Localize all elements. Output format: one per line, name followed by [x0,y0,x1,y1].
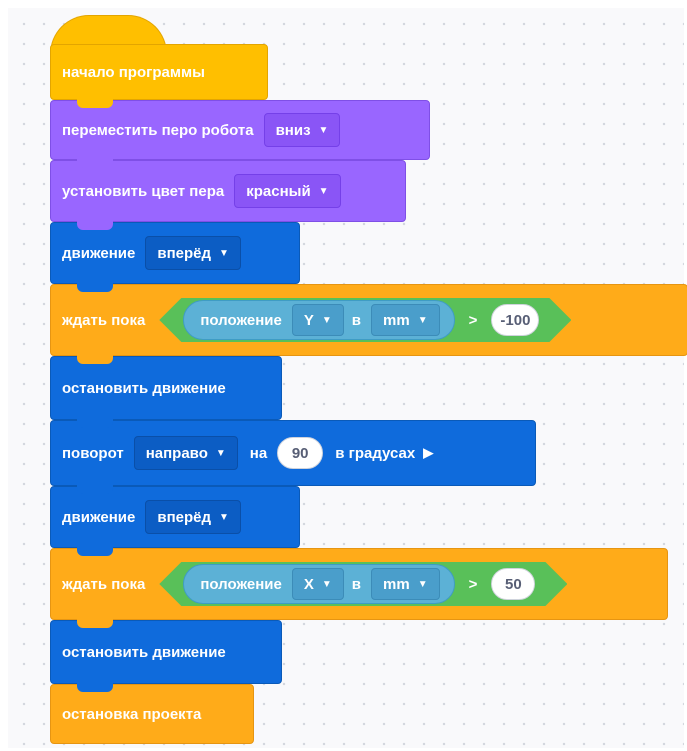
axis-dropdown[interactable]: X ▼ [292,568,344,600]
axis-dropdown[interactable]: Y ▼ [292,304,344,336]
block-turn[interactable]: поворот направо ▼ на 90 в градусах ▶ [50,420,536,494]
direction-dropdown[interactable]: вперёд ▼ [145,500,241,534]
direction-dropdown[interactable]: вперёд ▼ [145,236,241,270]
degrees-input[interactable]: 90 [277,437,324,469]
chevron-down-icon: ▼ [417,314,428,326]
block-label: остановить движение [62,643,226,661]
block-wait-until-2[interactable]: ждать пока положение X ▼ в mm ▼ > 50 [50,548,668,628]
block-move-forward-2[interactable]: движение вперёд ▼ [50,486,300,556]
block-stop-motion-1[interactable]: остановить движение [50,356,282,428]
block-label: ждать пока [62,575,146,593]
dropdown-value: вперёд [157,508,212,526]
block-notch [77,485,113,494]
block-notch [77,221,113,230]
block-set-pen-color[interactable]: установить цвет пера красный ▼ [50,160,406,230]
chevron-down-icon: ▼ [219,247,229,259]
turn-on-label: на [249,444,268,462]
dropdown-value: Y [303,311,314,329]
block-move-pen[interactable]: переместить перо робота вниз ▼ [50,100,430,168]
block-label: ждать пока [62,311,146,329]
degrees-unit-label: в градусах [335,444,416,462]
block-notch [77,99,113,108]
pen-position-dropdown[interactable]: вниз ▼ [263,113,341,147]
chevron-down-icon: ▼ [318,124,329,136]
reporter-label: положение [200,575,282,593]
dropdown-value: вперёд [157,244,212,262]
block-program-start[interactable]: начало программы [50,44,268,108]
position-reporter[interactable]: положение Y ▼ в mm ▼ [183,300,454,340]
chevron-down-icon: ▼ [417,578,428,590]
threshold-input[interactable]: -100 [491,304,539,336]
operator-symbol: > [468,311,478,329]
dropdown-value: красный [246,182,311,200]
unit-separator: в [351,575,362,593]
chevron-down-icon: ▼ [219,511,229,523]
chevron-down-icon: ▼ [321,314,332,326]
position-reporter[interactable]: положение X ▼ в mm ▼ [183,564,454,604]
threshold-input[interactable]: 50 [491,568,535,600]
block-notch [77,619,113,628]
block-move-forward-1[interactable]: движение вперёд ▼ [50,222,300,292]
dropdown-value: направо [145,444,208,462]
block-notch [77,547,113,556]
chevron-down-icon: ▼ [321,578,332,590]
dropdown-value: mm [383,575,410,593]
unit-separator: в [351,311,362,329]
dropdown-value: mm [383,311,410,329]
block-label: движение [62,244,136,262]
block-notch [77,159,113,168]
block-notch [77,683,113,692]
block-label: остановить движение [62,379,226,397]
block-notch [77,283,113,292]
unit-dropdown[interactable]: mm ▼ [371,568,440,600]
chevron-down-icon: ▼ [215,447,226,459]
block-stop-motion-2[interactable]: остановить движение [50,620,282,692]
pen-color-dropdown[interactable]: красный ▼ [234,174,341,208]
play-triangle-icon: ▶ [423,445,434,460]
chevron-down-icon: ▼ [318,185,329,197]
block-label: переместить перо робота [62,121,254,139]
block-notch [77,419,113,428]
turn-direction-dropdown[interactable]: направо ▼ [133,436,238,470]
dropdown-value: X [303,575,314,593]
greater-than-operator[interactable]: положение Y ▼ в mm ▼ > -100 [159,298,571,342]
block-stop-project[interactable]: остановка проекта [50,684,254,744]
block-label: установить цвет пера [62,182,225,200]
block-label: остановка проекта [62,705,202,723]
reporter-label: положение [200,311,282,329]
block-label: движение [62,508,136,526]
block-notch [77,355,113,364]
block-label: начало программы [62,63,205,81]
block-wait-until-1[interactable]: ждать пока положение Y ▼ в mm ▼ > -100 [50,284,687,364]
unit-dropdown[interactable]: mm ▼ [371,304,440,336]
greater-than-operator[interactable]: положение X ▼ в mm ▼ > 50 [159,562,567,606]
dropdown-value: вниз [275,121,311,139]
block-label: поворот [62,444,124,462]
operator-symbol: > [468,575,478,593]
code-workspace[interactable]: начало программы переместить перо робота… [8,8,687,748]
